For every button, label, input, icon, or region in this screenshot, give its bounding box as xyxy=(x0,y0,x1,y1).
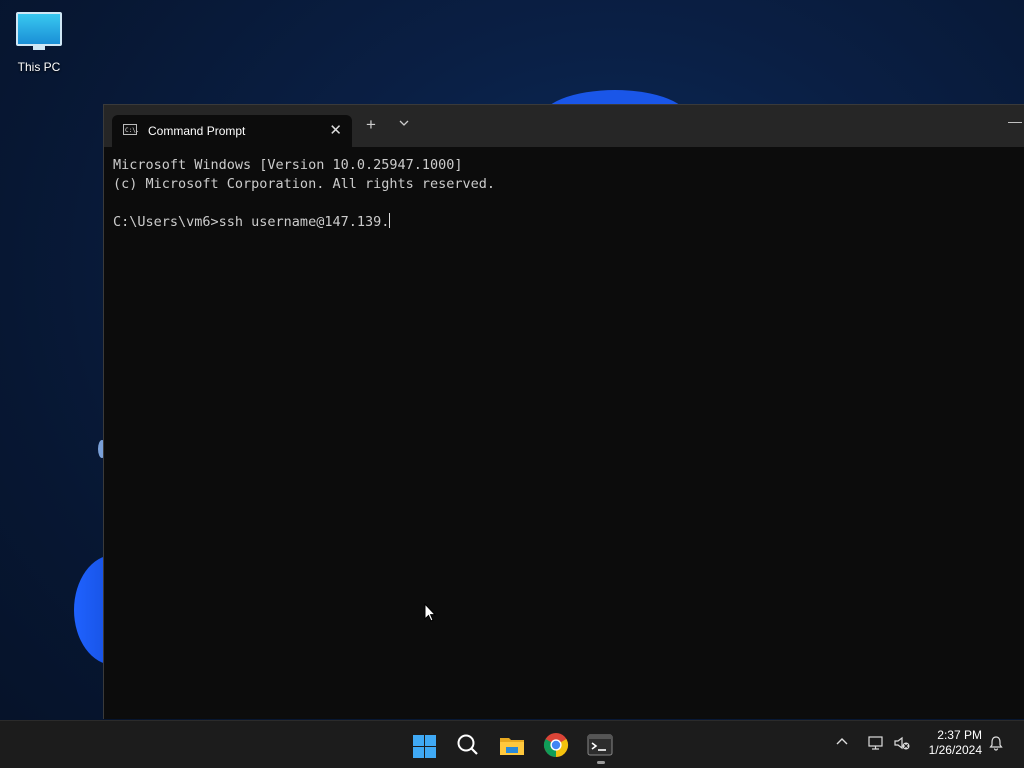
text-caret xyxy=(389,213,391,228)
new-tab-button[interactable]: + xyxy=(366,116,376,133)
show-hidden-icons-button[interactable] xyxy=(836,734,848,748)
chevron-down-icon xyxy=(399,120,409,126)
chevron-up-icon xyxy=(836,738,848,745)
console-line: ​ xyxy=(113,194,1014,213)
close-tab-button[interactable]: ✕ xyxy=(329,121,342,139)
clock-date: 1/26/2024 xyxy=(928,743,982,757)
terminal-icon xyxy=(587,734,613,756)
clock-time: 2:37 PM xyxy=(937,728,982,742)
terminal-titlebar[interactable]: C:\. Command Prompt ✕ + — xyxy=(104,104,1024,147)
start-button[interactable] xyxy=(408,729,440,761)
terminal-taskbar-button[interactable] xyxy=(584,729,616,761)
console-line: Microsoft Windows [Version 10.0.25947.10… xyxy=(113,157,463,173)
chrome-button[interactable] xyxy=(540,729,572,761)
taskbar-clock[interactable]: 2:37 PM 1/26/2024 xyxy=(918,728,982,758)
file-explorer-button[interactable] xyxy=(496,729,528,761)
volume-muted-icon[interactable] xyxy=(893,735,911,751)
network-icon[interactable] xyxy=(867,735,885,751)
terminal-window[interactable]: C:\. Command Prompt ✕ + — Microsoft Wind… xyxy=(103,104,1024,719)
console-command: C:\Users\vm6>ssh username@147.139. xyxy=(113,214,390,230)
chrome-icon xyxy=(543,733,569,757)
this-pc-icon xyxy=(16,12,62,50)
cmd-icon: C:\. xyxy=(123,124,139,135)
search-button[interactable] xyxy=(452,729,484,761)
desktop-icon-this-pc[interactable]: This PC xyxy=(8,8,70,78)
tab-title: Command Prompt xyxy=(148,124,246,138)
tab-dropdown-button[interactable] xyxy=(399,119,409,130)
search-icon xyxy=(457,734,478,755)
console-line: (c) Microsoft Corporation. All rights re… xyxy=(113,176,496,192)
desktop-icon-label: This PC xyxy=(17,60,61,74)
minimize-button[interactable]: — xyxy=(1008,113,1022,129)
console-output[interactable]: Microsoft Windows [Version 10.0.25947.10… xyxy=(113,156,1014,719)
notification-bell-icon[interactable] xyxy=(988,735,1004,751)
folder-icon xyxy=(500,738,524,755)
mouse-pointer-icon xyxy=(424,603,436,622)
console-prompt-line[interactable]: C:\Users\vm6>ssh username@147.139. xyxy=(113,213,1014,232)
tab-command-prompt[interactable]: C:\. Command Prompt ✕ xyxy=(112,115,352,147)
active-app-indicator xyxy=(597,761,605,764)
